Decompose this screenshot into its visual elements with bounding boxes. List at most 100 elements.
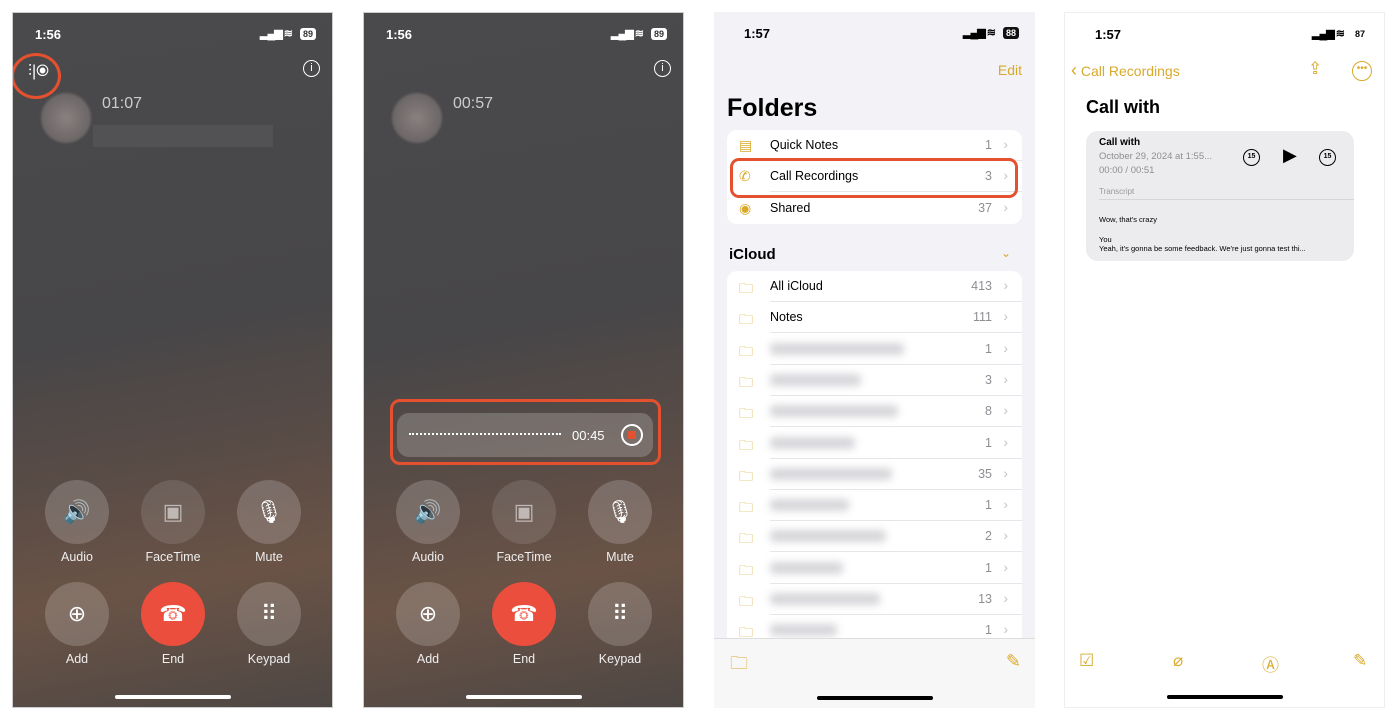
folder-count: 1 [985, 560, 992, 575]
chevron-right-icon: › [1003, 433, 1008, 450]
recording-time: 00:45 [572, 428, 605, 443]
folder-name: Quick Notes [770, 138, 839, 152]
record-waveform-icon[interactable]: ⫶|⦿ [28, 63, 49, 81]
folder-row[interactable]: 🗀 8 › [727, 396, 1022, 428]
signal-icon: ▂▄▆ ≋ [260, 28, 293, 40]
back-button[interactable]: ‹ Call Recordings [1071, 60, 1180, 81]
chevron-right-icon: › [1003, 277, 1008, 293]
end-label: End [161, 652, 185, 666]
mute-button[interactable]: 🎙 [588, 480, 652, 544]
folder-row[interactable]: 🗀 1 › [727, 334, 1022, 365]
stop-recording-button[interactable] [621, 424, 643, 446]
folder-name-blurred [770, 467, 892, 480]
compose-icon[interactable]: ✎ [1353, 651, 1367, 671]
folder-count: 37 [978, 200, 992, 215]
note-title: Call with [1086, 97, 1161, 117]
folder-name-blurred [770, 530, 886, 543]
facetime-label: FaceTime [145, 550, 201, 564]
folder-row[interactable]: 🗀 1 › [727, 553, 1022, 584]
more-icon[interactable]: ••• [1352, 61, 1372, 81]
chevron-right-icon: › [1003, 198, 1008, 215]
folder-row[interactable]: 🗀 13 › [727, 584, 1022, 615]
edit-button[interactable]: Edit [998, 62, 1022, 78]
folder-name: All iCloud [770, 279, 823, 293]
folder-row[interactable]: 🗀 1 › [727, 428, 1022, 459]
collapse-chevron-icon[interactable]: ⌄ [1001, 246, 1011, 260]
folder-count: 35 [978, 466, 992, 481]
home-indicator [816, 696, 933, 700]
notes-folders-screen: 1:57 ▂▄▆ ≋ 88 Edit Folders ▤ Quick Notes 1 › ✆… [714, 12, 1035, 708]
new-folder-icon[interactable]: 🗀 [730, 651, 748, 681]
signal-icon: ▂▄▆ ≋ [963, 27, 996, 39]
folder-count: 1 [985, 341, 992, 356]
markup-icon[interactable]: Ⓐ [1262, 651, 1279, 676]
facetime-button[interactable]: ▣ [141, 480, 205, 544]
compose-icon[interactable]: ✎ [1006, 651, 1021, 672]
folder-icon: 🗀 [739, 436, 753, 453]
folder-row[interactable]: 🗀 All iCloud 413 › [727, 271, 1022, 302]
skip-forward-15-button[interactable]: 15 [1319, 149, 1336, 166]
audio-label: Audio [412, 550, 444, 564]
audio-button[interactable]: 🔊 [45, 480, 109, 544]
folder-count: 1 [985, 498, 992, 513]
chevron-right-icon: › [1003, 558, 1008, 575]
add-button[interactable]: ⊕ [396, 582, 460, 646]
transcript-line: Yeah, it's gonna be some feedback. We're… [1099, 244, 1306, 253]
card-date: October 29, 2024 at 1:55... [1099, 151, 1213, 162]
folder-icon: ◉ [739, 199, 752, 216]
chevron-right-icon: › [1003, 496, 1008, 513]
battery: 89 [299, 28, 316, 40]
play-button[interactable]: ▶ [1283, 145, 1297, 166]
skip-back-15-button[interactable]: 15 [1243, 149, 1260, 166]
note-detail-screen: 1:57 ▂▄▆ ≋ 87 ‹ Call Recordings ⇪ ••• Call… [1064, 12, 1385, 708]
folder-count: 1 [985, 138, 992, 152]
end-button[interactable]: ☎ [141, 582, 205, 646]
call-duration: 01:07 [102, 95, 143, 112]
caller-name-blurred [93, 125, 273, 147]
folder-row[interactable]: 🗀 2 › [727, 521, 1022, 553]
folder-row[interactable]: 🗀 Notes 111 › [727, 302, 1022, 334]
folder-count: 8 [985, 404, 992, 419]
folder-icon: 🗀 [739, 311, 753, 328]
section-icloud: iCloud [729, 246, 776, 263]
checklist-icon[interactable]: ☑ [1079, 651, 1094, 671]
status-bar: 1:57 ▂▄▆ ≋ 88 [714, 26, 1035, 42]
folder-icon: 🗀 [739, 467, 753, 484]
battery: 87 [1354, 29, 1365, 39]
chevron-right-icon: › [1003, 527, 1008, 544]
keypad-button[interactable]: ⠿ [588, 582, 652, 646]
folder-name-blurred [770, 436, 855, 449]
folder-count: 3 [985, 372, 992, 387]
avatar [392, 93, 442, 143]
folder-row[interactable]: ▤ Quick Notes 1 › [727, 130, 1022, 161]
home-indicator [465, 695, 582, 699]
recording-bar: 00:45 [397, 413, 653, 457]
info-icon[interactable]: i [303, 60, 320, 77]
mute-button[interactable]: 🎙 [237, 480, 301, 544]
attachment-icon[interactable]: ⌀ [1173, 651, 1183, 671]
folder-name-blurred [770, 499, 849, 512]
audio-button[interactable]: 🔊 [396, 480, 460, 544]
folder-row[interactable]: 🗀 1 › [727, 490, 1022, 522]
folder-name: Notes [770, 310, 803, 325]
facetime-button[interactable]: ▣ [492, 480, 556, 544]
end-button[interactable]: ☎ [492, 582, 556, 646]
recording-card: Call with October 29, 2024 at 1:55... 00… [1086, 131, 1354, 261]
chevron-right-icon: › [1003, 339, 1008, 356]
folder-name-blurred [770, 593, 880, 605]
end-label: End [512, 652, 536, 666]
keypad-button[interactable]: ⠿ [237, 582, 301, 646]
battery: 89 [650, 28, 667, 40]
add-button[interactable]: ⊕ [45, 582, 109, 646]
folder-count: 413 [971, 279, 992, 293]
share-icon[interactable]: ⇪ [1308, 59, 1322, 79]
folder-row[interactable]: 🗀 35 › [727, 459, 1022, 490]
folder-icon: 🗀 [739, 593, 753, 609]
info-icon[interactable]: i [654, 60, 671, 77]
folder-name-blurred [770, 342, 904, 355]
status-bar: 1:56 ▂▄▆ ≋ 89 [13, 27, 332, 43]
folder-name: Shared [770, 200, 811, 215]
folder-row[interactable]: 🗀 3 › [727, 365, 1022, 396]
audio-label: Audio [61, 550, 93, 564]
folder-icon: 🗀 [739, 405, 753, 422]
